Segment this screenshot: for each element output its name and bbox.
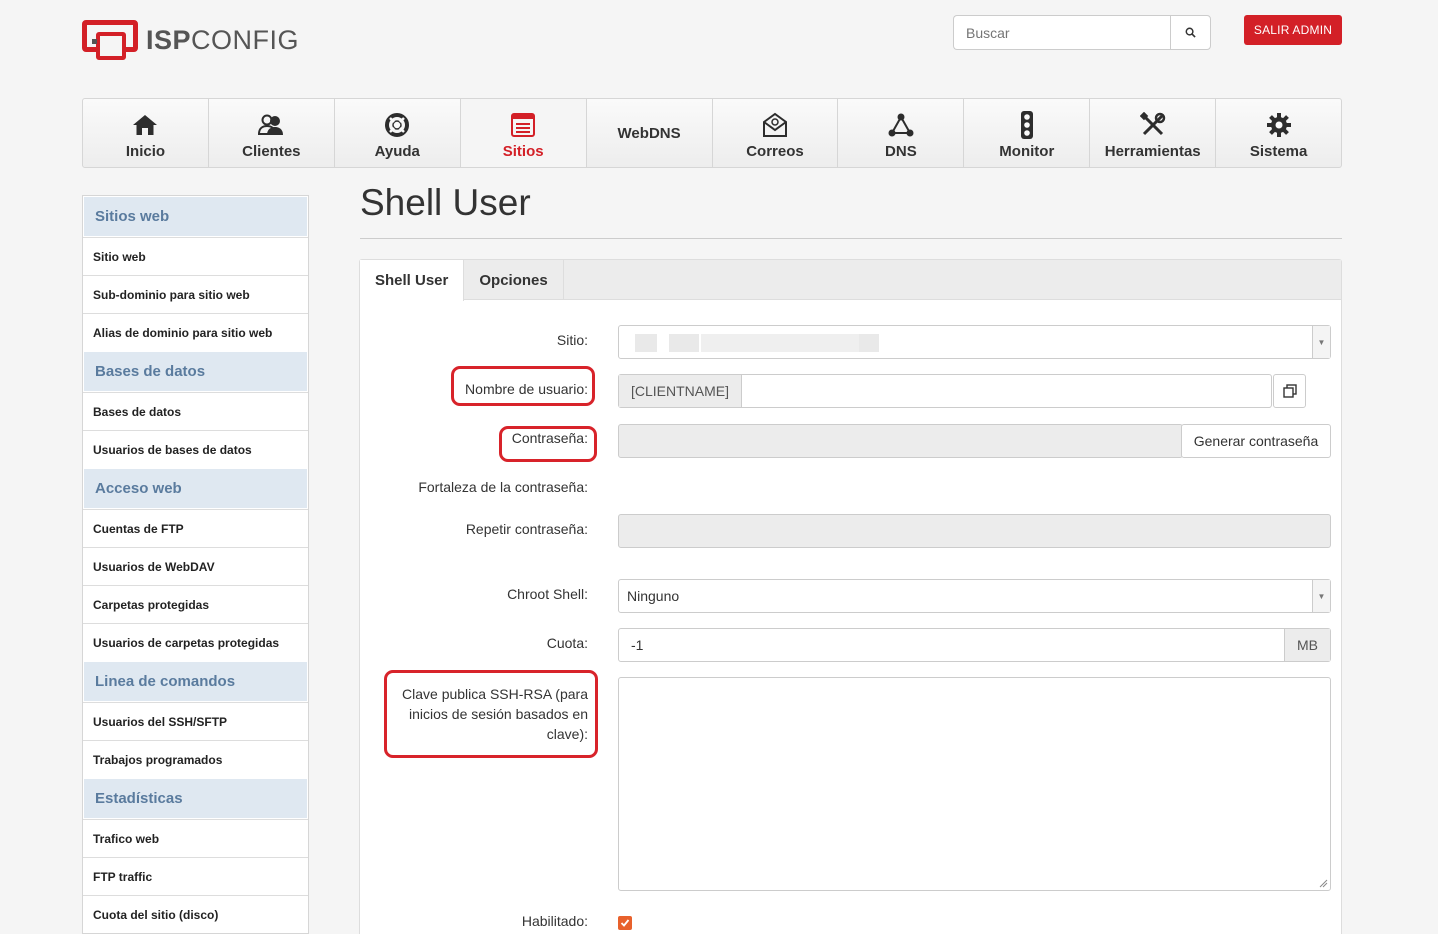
quota-unit: MB [1284, 629, 1330, 661]
search-form [953, 15, 1211, 50]
nav-clientes[interactable]: Clientes [209, 99, 335, 167]
password-strength-label: Fortaleza de la contraseña: [418, 479, 588, 495]
gear-icon [1266, 113, 1291, 137]
nav-webdns[interactable]: WebDNS [587, 99, 713, 167]
nav-sitios[interactable]: Sitios [460, 99, 587, 167]
site-select[interactable]: ▼ [618, 325, 1331, 359]
sidebar-item-alias-dominio[interactable]: Alias de dominio para sitio web [83, 313, 308, 351]
nav-label: Sistema [1249, 143, 1308, 160]
chevron-down-icon: ▼ [1312, 580, 1330, 612]
ssh-key-label-line2: inicios de sesión basados en [408, 706, 588, 722]
logout-button[interactable]: SALIR ADMIN [1244, 15, 1342, 45]
copy-icon [1282, 384, 1297, 398]
tools-icon [1139, 112, 1165, 136]
sidebar-item-usuarios-bases-datos[interactable]: Usuarios de bases de datos [83, 430, 308, 468]
sidebar-section-bases-datos: Bases de datos [83, 351, 308, 392]
title-divider [360, 238, 1342, 239]
sidebar-section-acceso-web: Acceso web [83, 468, 308, 509]
traffic-light-icon [1020, 111, 1033, 139]
nav-label: Inicio [125, 143, 166, 160]
search-button[interactable] [1170, 15, 1211, 50]
nav-dns[interactable]: DNS [838, 99, 965, 167]
sidebar-item-cuentas-ftp[interactable]: Cuentas de FTP [83, 509, 308, 547]
search-icon [1185, 27, 1196, 38]
nav-label: DNS [885, 143, 917, 160]
generate-password-button[interactable]: Generar contraseña [1181, 424, 1331, 458]
enabled-checkbox[interactable] [618, 916, 632, 930]
quota-input[interactable]: -1 MB [618, 628, 1331, 662]
chroot-shell-value: Ninguno [627, 588, 680, 604]
sidebar-section-linea-comandos: Linea de comandos [83, 661, 308, 702]
chroot-shell-select[interactable]: Ninguno ▼ [618, 579, 1331, 613]
enabled-label: Habilitado: [521, 913, 588, 929]
ispconfig-logo[interactable]: ISPCONFIG [82, 18, 299, 62]
nav-label: Correos [746, 143, 804, 160]
ssh-key-textarea[interactable] [618, 677, 1331, 891]
nav-inicio[interactable]: Inicio [83, 99, 209, 167]
tab-opciones[interactable]: Opciones [464, 260, 564, 300]
nav-label: Herramientas [1104, 143, 1201, 160]
sidebar-item-sitio-web[interactable]: Sitio web [83, 237, 308, 275]
sidebar-section-estadisticas: Estadísticas [83, 778, 308, 819]
nav-label: Monitor [999, 143, 1055, 160]
sidebar-item-carpetas-protegidas[interactable]: Carpetas protegidas [83, 585, 308, 623]
nav-label: Sitios [502, 143, 544, 160]
tab-shell-user[interactable]: Shell User [360, 260, 465, 301]
lifebuoy-icon [385, 113, 410, 137]
repeat-password-label: Repetir contraseña: [465, 521, 588, 537]
repeat-password-input[interactable] [618, 514, 1331, 548]
ssh-key-label-line3: clave): [546, 726, 588, 742]
logo-mark-icon [82, 18, 138, 62]
search-input[interactable] [953, 15, 1170, 50]
password-input[interactable] [618, 424, 1183, 458]
tab-bar: Shell User Opciones [360, 260, 1341, 301]
users-icon [258, 114, 284, 135]
checkmark-icon [620, 919, 630, 927]
sidebar-item-trafico-web[interactable]: Trafico web [83, 819, 308, 857]
envelope-at-icon [762, 112, 787, 137]
nav-label: Clientes [242, 143, 301, 160]
resize-handle-icon[interactable] [1318, 878, 1328, 888]
quota-label: Cuota: [546, 635, 588, 651]
nav-label: WebDNS [617, 124, 681, 142]
chroot-shell-label: Chroot Shell: [507, 586, 588, 602]
ssh-key-label-line1: Clave publica SSH-RSA (para [402, 686, 588, 702]
sidebar-item-subdominio[interactable]: Sub-dominio para sitio web [83, 275, 308, 313]
sidebar-item-usuarios-webdav[interactable]: Usuarios de WebDAV [83, 547, 308, 585]
highlight-password [499, 426, 597, 462]
sidebar-item-usuarios-ssh[interactable]: Usuarios del SSH/SFTP [83, 702, 308, 740]
nav-sistema[interactable]: Sistema [1216, 99, 1341, 167]
sidebar-item-cuota-sitio[interactable]: Cuota del sitio (disco) [83, 895, 308, 933]
nav-ayuda[interactable]: Ayuda [335, 99, 461, 167]
nav-herramientas[interactable]: Herramientas [1090, 99, 1217, 167]
network-icon [888, 113, 914, 137]
logo-text: ISPCONFIG [146, 24, 300, 55]
sidebar-item-trabajos-programados[interactable]: Trabajos programados [83, 740, 308, 778]
page-title: Shell User [360, 182, 531, 223]
nav-label: Ayuda [374, 143, 420, 160]
username-prefix: [CLIENTNAME] [619, 375, 743, 407]
home-icon [133, 115, 158, 135]
sidebar-item-usuarios-carpetas[interactable]: Usuarios de carpetas protegidas [83, 623, 308, 661]
sidebar-item-ftp-traffic[interactable]: FTP traffic [83, 857, 308, 895]
copy-username-button[interactable] [1273, 374, 1306, 408]
site-label: Sitio: [556, 332, 588, 348]
browser-icon [511, 113, 536, 137]
sidebar: Sitios web Sitio web Sub-dominio para si… [82, 195, 309, 934]
sidebar-item-bases-datos[interactable]: Bases de datos [83, 392, 308, 430]
quota-value: -1 [631, 637, 644, 653]
sidebar-section-sitios-web: Sitios web [83, 196, 308, 237]
nav-correos[interactable]: Correos [713, 99, 839, 167]
username-field[interactable]: [CLIENTNAME] [618, 374, 1272, 408]
form-panel: Shell User Opciones Sitio: ▼ Nombre de u… [359, 259, 1342, 934]
chevron-down-icon: ▼ [1312, 326, 1330, 358]
nav-monitor[interactable]: Monitor [964, 99, 1091, 167]
highlight-username [451, 366, 595, 406]
main-nav: Inicio Clientes Ayuda Sitios WebDNS Corr… [82, 98, 1342, 168]
